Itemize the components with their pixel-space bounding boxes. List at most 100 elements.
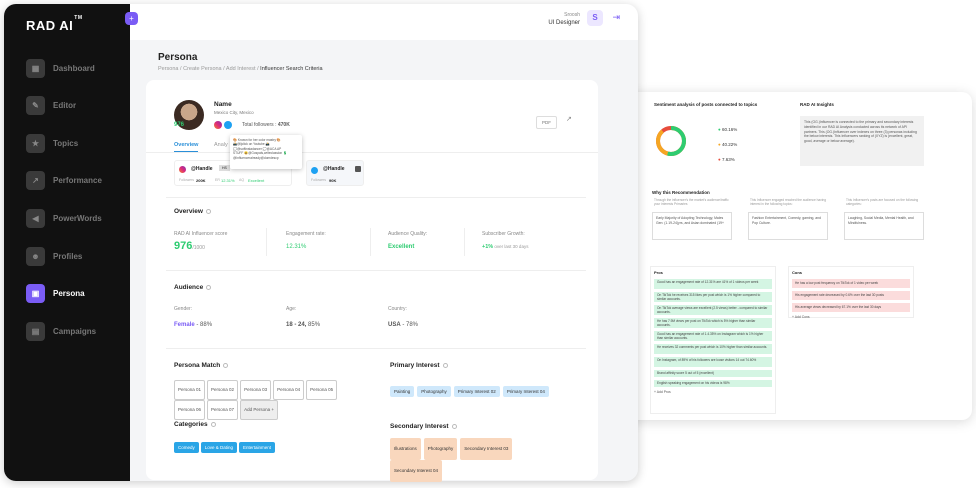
avatar[interactable]: S [587,10,603,26]
sidebar-item-dashboard[interactable]: ▦ Dashboard [26,58,95,78]
instagram-icon [179,166,186,173]
age-value: 18 - 24, 85% [286,322,320,328]
tabs-divider [146,152,598,153]
persona-chip[interactable]: Persona 05 [306,380,338,400]
sidebar-item-profiles[interactable]: ☻ Profiles [26,246,82,266]
interest-chip[interactable]: Primary Interest 02 [453,386,500,397]
performance-icon: ↗ [26,170,45,190]
interest-chip[interactable]: Secondary Interest 03 [460,438,513,460]
persona-chip[interactable]: Persona 01 [174,380,206,400]
why-col-body: Laughing, Social Media, Mental Health, a… [844,212,924,240]
copy-icon[interactable] [355,166,361,172]
er-value: 12.31% [286,244,307,250]
why-title: Why this Recommendation [652,190,710,195]
info-icon [451,423,457,429]
score-label: RAD AI Influencer score [174,231,228,237]
score-badge: 976 [174,122,185,128]
interest-chip[interactable]: Painting [390,386,415,397]
add-persona-button[interactable]: Add Persona + [240,400,278,420]
followers-value: 200K [196,178,206,183]
info-icon [442,362,448,368]
profile-name: Name [214,101,232,108]
external-link-icon[interactable]: ↗ [566,115,572,123]
interest-chip[interactable]: Illustrations [390,438,421,460]
sidebar-collapse-button[interactable]: + [125,12,138,25]
add-pros-button[interactable]: + Add Pros [654,390,772,395]
breadcrumb-link[interactable]: Create Persona [183,66,222,72]
primary-interest-title: Primary Interest [390,362,448,369]
persona-card: 976 Name Mexico City, Mexico Total follo… [146,80,598,482]
interest-chip[interactable]: Primary Interest 04 [502,386,549,397]
category-chip[interactable]: Entertainment [239,442,276,453]
pros-item: Brand affinity score 5 out of 5 (excelle… [654,370,772,377]
user-info: Sroosh UI Designer [548,12,580,27]
page-title: Persona [158,52,198,63]
handle-name: @Handle [323,166,345,172]
profile-location: Mexico City, Mexico [214,110,254,115]
sentiment-legend-item: ● 7.63% [718,152,737,167]
why-col-head: Through the influencer's the market's au… [654,198,729,207]
sidebar-item-editor[interactable]: ✎ Editor [26,95,76,115]
pdf-button[interactable]: PDF [536,116,557,129]
handle-card-twitter[interactable]: @Handle Followers 90K [306,160,364,186]
pros-item: On TikTok average views are excellent (2… [654,305,772,315]
divider [166,348,586,349]
aq-value: Excellent [388,244,415,250]
followers-label: Followers [311,178,326,182]
persona-chip[interactable]: Persona 06 [174,400,206,420]
breadcrumb-link[interactable]: Persona [158,66,179,72]
interest-chip[interactable]: Secondary Interest 04 [390,460,443,482]
divider [266,228,267,256]
category-chip[interactable]: Comedy [174,442,199,453]
divider [166,270,586,271]
persona-chip[interactable]: Persona 07 [207,400,239,420]
sentiment-legend-item: ● 60.16% [718,122,737,137]
sidebar-item-powerwords[interactable]: ◀ PowerWords [26,208,102,228]
dot-icon: ● [718,127,721,132]
cons-title: Cons [792,270,802,275]
section-title-text: Primary Interest [390,362,440,369]
handle-name: @Handle [191,166,213,172]
categories-title: Categories [174,421,216,428]
aq-value: Excellent [248,178,265,183]
followers-label: Followers [179,178,194,182]
tab-overview[interactable]: Overview [174,142,199,152]
category-chip[interactable]: Love & Dating [200,442,238,453]
logout-icon[interactable]: ⇥ [612,12,620,23]
twitter-icon [311,167,318,174]
sidebar-item-persona[interactable]: ▣ Persona [26,283,85,303]
persona-chip[interactable]: Persona 02 [207,380,239,400]
persona-chip[interactable]: Persona 03 [240,380,272,400]
sidebar-item-label: Performance [53,175,102,185]
sentiment-legend-item: ● 40.22% [718,137,737,152]
gender-label: Gender: [174,306,193,312]
campaigns-icon: ▤ [26,321,45,341]
logo-text: RAD AI [26,18,74,33]
secondary-interest-chips: Illustrations Photography Secondary Intere… [390,438,560,482]
sentiment-title: Sentiment analysis of posts connected to… [654,102,758,107]
growth-suffix: over last 30 days [493,244,529,249]
er-label: Engagement rate: [286,231,326,237]
topics-icon: ★ [26,133,45,153]
cons-item: His average views decreased by 67.1% ove… [792,303,910,312]
followers-value: 90K [329,178,337,183]
persona-chip[interactable]: Persona 04 [273,380,305,400]
tab-analytics[interactable]: Analy [214,142,228,148]
divider [464,228,465,256]
sidebar-item-topics[interactable]: ★ Topics [26,133,78,153]
sidebar-item-campaigns[interactable]: ▤ Campaigns [26,321,96,341]
user-name: Sroosh [564,12,580,18]
handle-tag: HS [219,165,230,171]
followers-value: 470K [277,122,290,128]
country-label: Country: [388,306,407,312]
followers: Total followers : 470K [242,122,290,128]
breadcrumb-link[interactable]: Add Interest [226,66,256,72]
interest-chip[interactable]: Photography [423,438,458,460]
add-cons-button[interactable]: + Add Cons [792,315,910,320]
sidebar-item-label: Editor [53,100,77,110]
dot-icon: ● [718,157,721,162]
sidebar-item-performance[interactable]: ↗ Performance [26,170,102,190]
sidebar: RAD AITM ▦ Dashboard ✎ Editor ★ Topics ↗ Per… [4,4,130,481]
score-max: /1000 [192,245,205,251]
interest-chip[interactable]: Photography [417,386,451,397]
